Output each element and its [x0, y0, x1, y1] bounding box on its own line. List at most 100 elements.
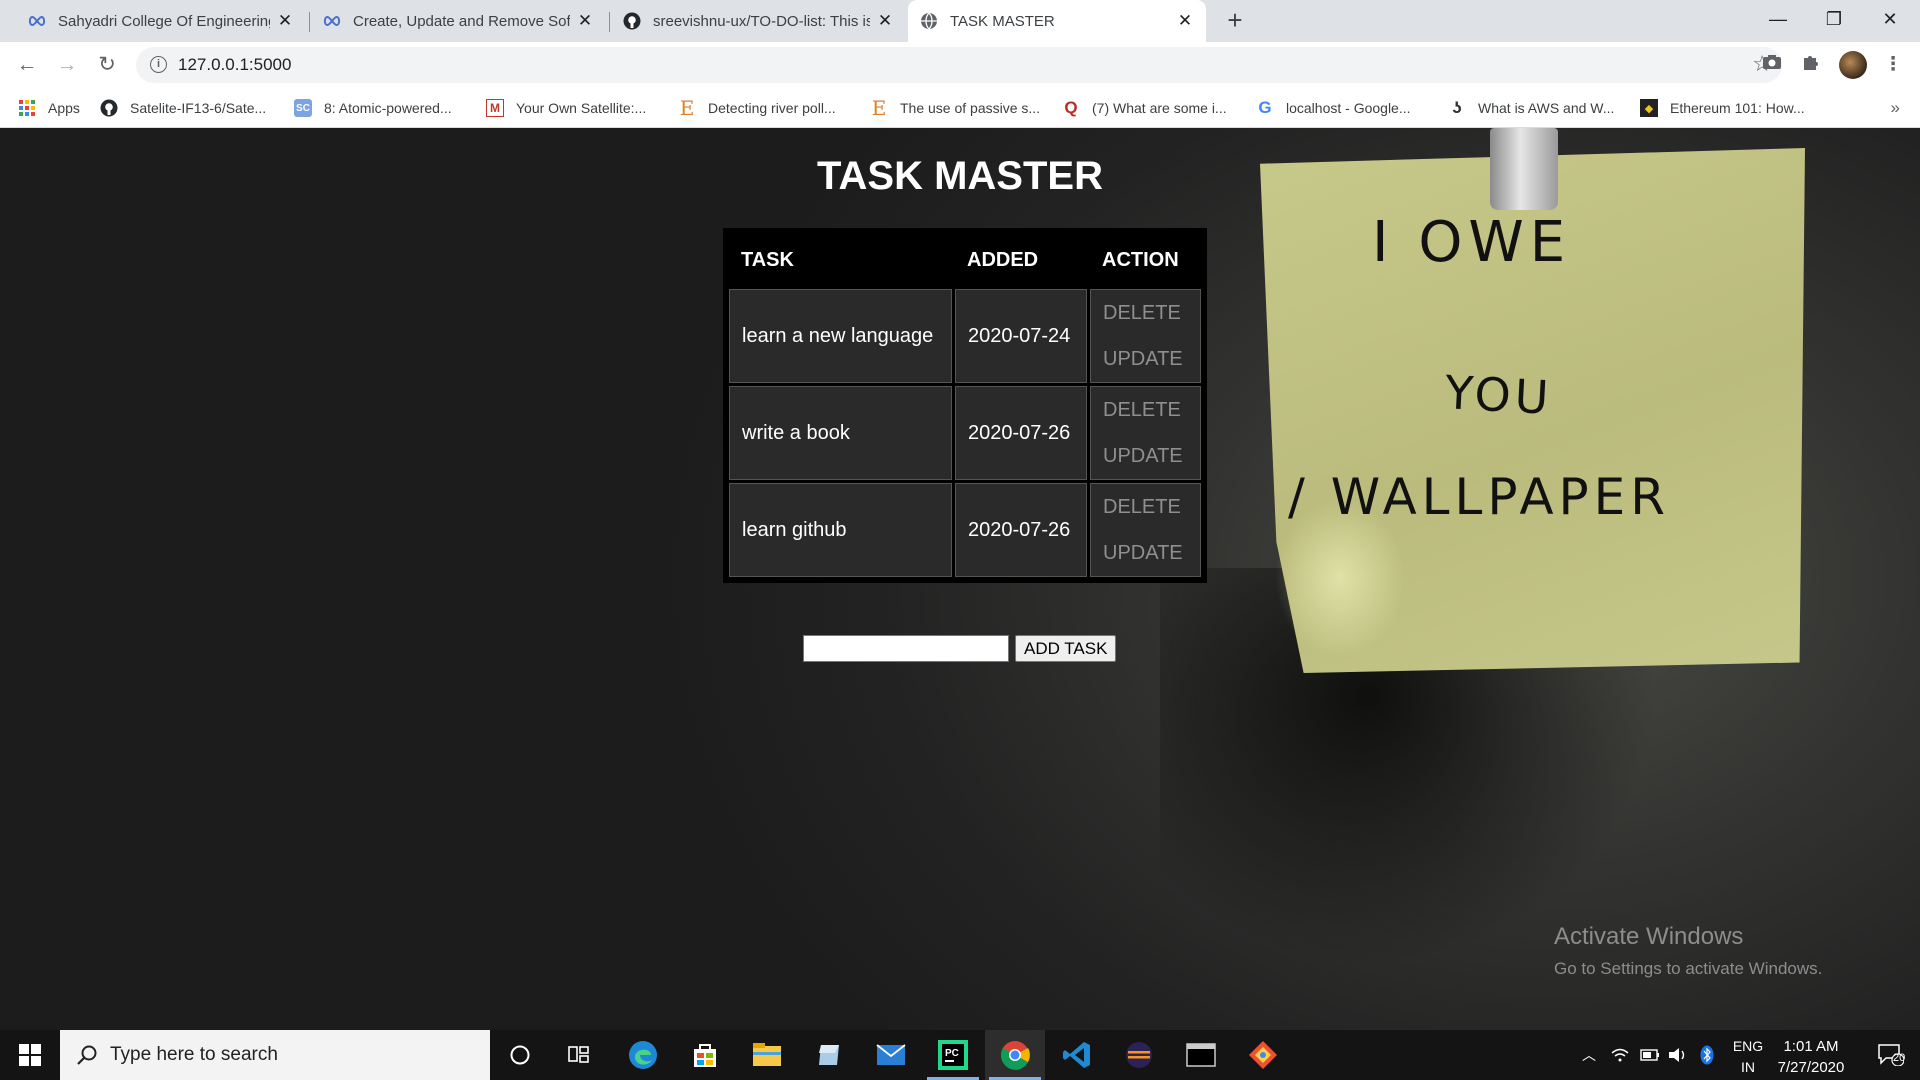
wifi-icon[interactable]: [1608, 1030, 1632, 1080]
update-link[interactable]: UPDATE: [1103, 530, 1188, 576]
close-tab-icon[interactable]: ✕: [1176, 11, 1194, 31]
search-icon: [76, 1044, 98, 1066]
ethereum-icon: ◆: [1640, 99, 1658, 117]
bookmark-satelite[interactable]: Satelite-IF13-6/Sate...: [100, 96, 266, 120]
tab-title: sreevishnu-ux/TO-DO-list: This is: [653, 12, 870, 30]
table-header-row: TASK ADDED ACTION: [729, 234, 1201, 286]
apps-grid-icon: [18, 99, 36, 117]
new-task-input[interactable]: [803, 635, 1009, 662]
bookmark-detecting-river[interactable]: E Detecting river poll...: [678, 96, 836, 120]
bookmark-label: Detecting river poll...: [708, 100, 836, 116]
terminal-icon[interactable]: [1171, 1030, 1231, 1080]
address-bar[interactable]: i 127.0.0.1:5000 ☆: [136, 47, 1782, 83]
git-icon[interactable]: [1233, 1030, 1293, 1080]
clock-time: 1:01 AM: [1783, 1038, 1839, 1055]
m-icon: M: [486, 99, 504, 117]
tab-task-master[interactable]: TASK MASTER ✕: [908, 0, 1206, 42]
region-code: IN: [1741, 1059, 1755, 1075]
close-tab-icon[interactable]: ✕: [876, 11, 894, 31]
more-bookmarks-icon[interactable]: »: [1891, 98, 1900, 118]
camera-icon[interactable]: [1759, 52, 1785, 78]
bookmark-label: Your Own Satellite:...: [516, 100, 647, 116]
watermark-title: Activate Windows: [1554, 923, 1744, 950]
add-task-button[interactable]: ADD TASK: [1015, 635, 1117, 662]
forward-button[interactable]: →: [52, 50, 82, 80]
close-tab-icon[interactable]: ✕: [276, 11, 294, 31]
bookmarks-bar: Apps Satelite-IF13-6/Sate... SC 8: Atomi…: [0, 88, 1920, 128]
tab-github-todo[interactable]: sreevishnu-ux/TO-DO-list: This is ✕: [611, 0, 906, 42]
added-cell: 2020-07-24: [955, 289, 1087, 383]
e-icon: E: [679, 96, 695, 120]
minimize-button[interactable]: —: [1750, 0, 1806, 40]
windows-taskbar: Type here to search PC ︿ ENG IN 1:01 AM …: [0, 1030, 1920, 1080]
profile-avatar[interactable]: [1839, 51, 1867, 79]
column-header-added: ADDED: [955, 234, 1087, 286]
menu-kebab-icon[interactable]: ⋮: [1880, 52, 1906, 78]
battery-icon[interactable]: [1638, 1030, 1662, 1080]
task-view-icon[interactable]: [550, 1030, 610, 1080]
update-link[interactable]: UPDATE: [1103, 433, 1188, 479]
wallpaper-pin: [1490, 128, 1558, 210]
edge-icon[interactable]: [613, 1030, 673, 1080]
bookmark-label: What is AWS and W...: [1478, 100, 1615, 116]
input-language-indicator[interactable]: ENG IN: [1732, 1036, 1764, 1078]
delete-link[interactable]: DELETE: [1103, 484, 1188, 530]
add-task-form: ADD TASK: [803, 635, 1117, 662]
system-clock[interactable]: 1:01 AM 7/27/2020: [1763, 1036, 1859, 1078]
url-text: 127.0.0.1:5000: [178, 55, 292, 74]
close-tab-icon[interactable]: ✕: [576, 11, 594, 31]
tab-create-update[interactable]: Create, Update and Remove Soft ✕: [311, 0, 606, 42]
bookmark-localhost[interactable]: G localhost - Google...: [1256, 96, 1411, 120]
delete-link[interactable]: DELETE: [1103, 290, 1188, 336]
eclipse-icon[interactable]: [1109, 1030, 1169, 1080]
tab-sahyadri[interactable]: Sahyadri College Of Engineering ✕: [16, 0, 306, 42]
delete-link[interactable]: DELETE: [1103, 387, 1188, 433]
bookmark-your-own-satellite[interactable]: M Your Own Satellite:...: [486, 96, 646, 120]
bookmark-label: Apps: [48, 100, 80, 116]
cortana-icon[interactable]: [490, 1030, 550, 1080]
pycharm-icon[interactable]: PC: [923, 1030, 983, 1080]
update-link[interactable]: UPDATE: [1103, 336, 1188, 382]
back-button[interactable]: ←: [12, 50, 42, 80]
close-window-button[interactable]: ✕: [1862, 0, 1918, 40]
infinity-icon: [28, 12, 46, 30]
svg-text:PC: PC: [945, 1048, 959, 1059]
quora-icon: Q: [1064, 98, 1078, 117]
watermark-subtitle: Go to Settings to activate Windows.: [1554, 959, 1823, 978]
file-explorer-icon[interactable]: [737, 1030, 797, 1080]
notification-count: 20: [1893, 1052, 1906, 1064]
new-tab-button[interactable]: +: [1220, 6, 1250, 36]
bookmark-label: localhost - Google...: [1286, 100, 1411, 116]
extensions-puzzle-icon[interactable]: [1798, 52, 1824, 78]
bluetooth-icon[interactable]: [1696, 1030, 1718, 1080]
bookmark-label: The use of passive s...: [900, 100, 1041, 116]
store-icon[interactable]: [675, 1030, 735, 1080]
bookmark-atomic[interactable]: SC 8: Atomic-powered...: [294, 96, 452, 120]
restore-button[interactable]: ❐: [1806, 0, 1862, 40]
mail-icon[interactable]: [861, 1030, 921, 1080]
vscode-icon[interactable]: [1047, 1030, 1107, 1080]
bookmark-ethereum[interactable]: ◆ Ethereum 101: How...: [1640, 96, 1805, 120]
bookmark-apps[interactable]: Apps: [18, 96, 80, 120]
google-icon: G: [1258, 98, 1272, 117]
page-title: TASK MASTER: [817, 154, 1103, 198]
action-cell: DELETE UPDATE: [1090, 289, 1201, 383]
bookmark-label: (7) What are some i...: [1092, 100, 1227, 116]
bookmark-passive[interactable]: E The use of passive s...: [870, 96, 1040, 120]
chrome-icon[interactable]: [985, 1030, 1045, 1080]
note-line-2: YOU: [1443, 365, 1554, 425]
bookmark-quora[interactable]: Q (7) What are some i...: [1062, 96, 1227, 120]
info-icon[interactable]: i: [150, 56, 167, 73]
taskbar-search-box[interactable]: Type here to search: [60, 1030, 490, 1080]
app-icon[interactable]: [799, 1030, 859, 1080]
volume-icon[interactable]: [1666, 1030, 1690, 1080]
bookmark-aws[interactable]: ʖ What is AWS and W...: [1448, 96, 1614, 120]
start-button[interactable]: [0, 1030, 60, 1080]
tab-separator: [609, 12, 610, 32]
notification-center-icon[interactable]: 20: [1862, 1030, 1920, 1080]
action-cell: DELETE UPDATE: [1090, 386, 1201, 480]
show-hidden-icons-chevron-icon[interactable]: ︿: [1578, 1030, 1600, 1080]
reload-button[interactable]: ↻: [92, 50, 122, 80]
added-cell: 2020-07-26: [955, 386, 1087, 480]
task-cell: write a book: [729, 386, 952, 480]
